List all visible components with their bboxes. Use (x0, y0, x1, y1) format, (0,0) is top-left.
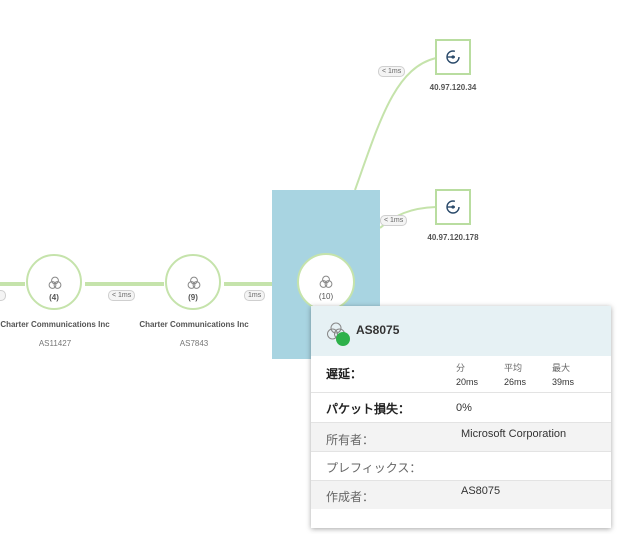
endpoint-node-2[interactable] (435, 189, 471, 225)
creator-label: 作成者： (326, 490, 375, 504)
node-asn: AS7843 (179, 339, 209, 348)
latency-min-header: 分 (456, 363, 466, 373)
owner-label: 所有者： (326, 433, 375, 447)
as-cluster-icon (48, 276, 62, 289)
prefix-row: プレフィックス： (311, 452, 611, 481)
endpoint-target-icon (446, 50, 460, 64)
latency-pill-node1-node2: < 1ms (108, 290, 136, 301)
latency-pill-endpoint1: < 1ms (378, 66, 406, 77)
tooltip-title: AS8075 (356, 323, 400, 337)
tooltip-header: AS8075 (311, 306, 611, 356)
owner-value: Microsoft Corporation (461, 428, 567, 440)
as-node-selected[interactable]: (10) (297, 253, 355, 311)
endpoint-ip: 40.97.120.178 (427, 233, 479, 242)
latency-pill-endpoint2: < 1ms (380, 215, 408, 226)
hop-count: (4) (49, 293, 59, 302)
packet-loss-label: パケット損失： (326, 402, 411, 416)
node-asn: AS11427 (38, 339, 72, 348)
endpoint-node-1[interactable] (435, 39, 471, 75)
node-name: Charter Communications Inc (0, 320, 110, 329)
as-cluster-icon (187, 276, 201, 289)
as-node-7843[interactable]: (9) (165, 254, 221, 310)
endpoint-target-icon (446, 200, 460, 214)
latency-avg-value: 26ms (504, 377, 527, 387)
latency-row: 遅延： 分 平均 最大 20ms 26ms 39ms (311, 356, 611, 393)
as-details-tooltip: AS8075 遅延： 分 平均 最大 20ms 26ms 39ms パケット損失… (311, 306, 611, 528)
creator-value: AS8075 (461, 485, 501, 497)
latency-label: 遅延： (326, 367, 363, 381)
link-selected-endpoint1 (354, 57, 437, 191)
packet-loss-value: 0% (456, 402, 472, 414)
node-name: Charter Communications Inc (139, 320, 249, 329)
latency-avg-header: 平均 (504, 363, 523, 373)
as-cluster-icon (327, 322, 350, 346)
status-dot-icon (336, 332, 350, 346)
latency-max-header: 最大 (552, 363, 571, 373)
latency-min-value: 20ms (456, 377, 479, 387)
latency-pill-node2-selected: 1ms (244, 290, 266, 301)
latency-max-value: 39ms (552, 377, 575, 387)
packet-loss-row: パケット損失： 0% (311, 393, 611, 423)
endpoint-ip: 40.97.120.34 (429, 83, 477, 92)
prefix-label: プレフィックス： (326, 461, 422, 475)
as-cluster-icon (319, 275, 333, 288)
owner-row: 所有者： Microsoft Corporation (311, 423, 611, 452)
hop-count: (9) (188, 293, 198, 302)
as-node-11427[interactable]: (4) (26, 254, 82, 310)
creator-row: 作成者： AS8075 (311, 481, 611, 509)
hop-count: (10) (318, 292, 334, 301)
